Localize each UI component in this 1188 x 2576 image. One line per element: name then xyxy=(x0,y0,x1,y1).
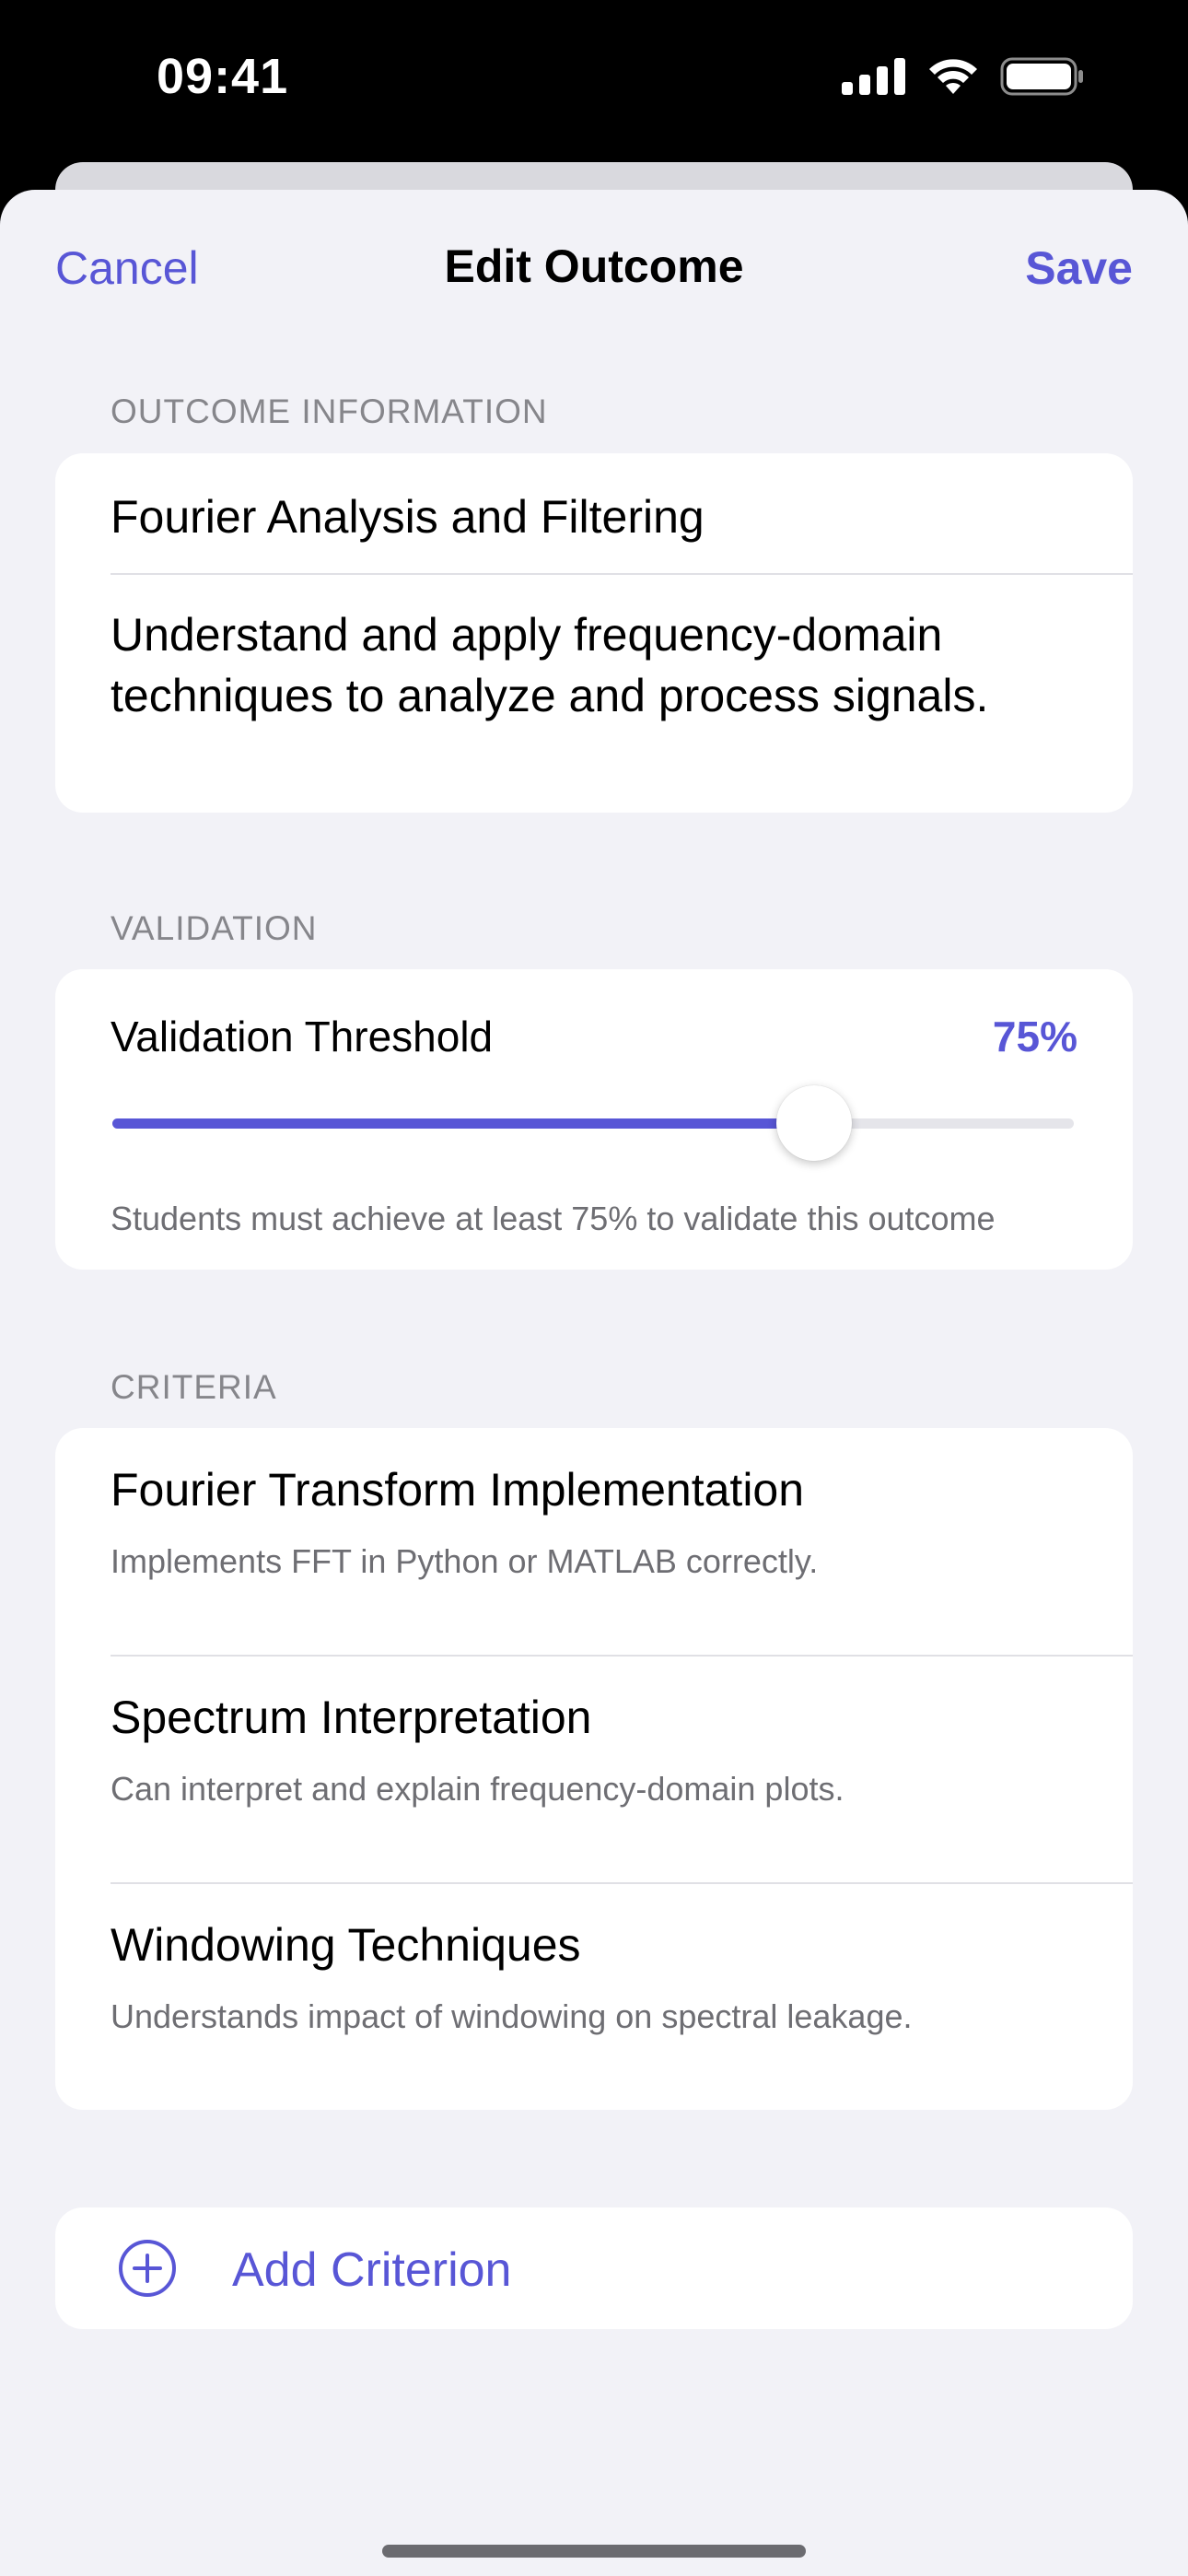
criterion-item[interactable]: Fourier Transform Implementation Impleme… xyxy=(55,1428,1133,1655)
validation-card: Validation Threshold 75% Students must a… xyxy=(55,969,1133,1270)
criterion-title: Fourier Transform Implementation xyxy=(111,1464,805,1516)
validation-threshold-label: Validation Threshold xyxy=(111,1013,494,1060)
validation-threshold-value: 75% xyxy=(992,1013,1077,1060)
section-header-validation: VALIDATION xyxy=(111,909,318,947)
criterion-description: Understands impact of windowing on spect… xyxy=(111,1997,913,2035)
status-icons xyxy=(842,57,1085,96)
threshold-slider-fill xyxy=(112,1118,815,1129)
add-criterion-label: Add Criterion xyxy=(232,2243,512,2297)
section-header-criteria: CRITERIA xyxy=(111,1368,277,1406)
plus-circle-icon xyxy=(119,2240,176,2297)
wifi-icon xyxy=(929,59,977,94)
criteria-card: Fourier Transform Implementation Impleme… xyxy=(55,1428,1133,2110)
criterion-item[interactable]: Windowing Techniques Understands impact … xyxy=(55,1883,1133,2110)
add-criterion-button[interactable]: Add Criterion xyxy=(55,2207,1133,2329)
divider xyxy=(111,573,1133,575)
criterion-title: Spectrum Interpretation xyxy=(111,1692,592,1743)
outcome-title-field[interactable]: Fourier Analysis and Filtering xyxy=(111,490,705,544)
save-button[interactable]: Save xyxy=(1025,241,1133,295)
validation-helper-text: Students must achieve at least 75% to va… xyxy=(111,1200,996,1237)
criterion-description: Can interpret and explain frequency-doma… xyxy=(111,1770,844,1808)
criterion-description: Implements FFT in Python or MATLAB corre… xyxy=(111,1542,819,1580)
edit-outcome-sheet: Cancel Edit Outcome Save OUTCOME INFORMA… xyxy=(0,190,1188,2576)
threshold-slider-thumb[interactable] xyxy=(776,1085,853,1161)
battery-icon xyxy=(1000,57,1083,96)
criterion-title: Windowing Techniques xyxy=(111,1919,581,1971)
page-title: Edit Outcome xyxy=(444,240,744,292)
outcome-description-field[interactable]: Understand and apply frequency-domain te… xyxy=(111,604,1096,726)
criterion-item[interactable]: Spectrum Interpretation Can interpret an… xyxy=(55,1656,1133,1882)
outcome-information-card: Fourier Analysis and Filtering Understan… xyxy=(55,453,1133,813)
home-indicator xyxy=(382,2545,806,2558)
status-time: 09:41 xyxy=(157,49,289,104)
threshold-slider-track[interactable] xyxy=(112,1085,1074,1161)
section-header-outcome-information: OUTCOME INFORMATION xyxy=(111,392,548,430)
cellular-signal-icon xyxy=(842,58,905,95)
status-bar: 09:41 xyxy=(0,0,1188,166)
